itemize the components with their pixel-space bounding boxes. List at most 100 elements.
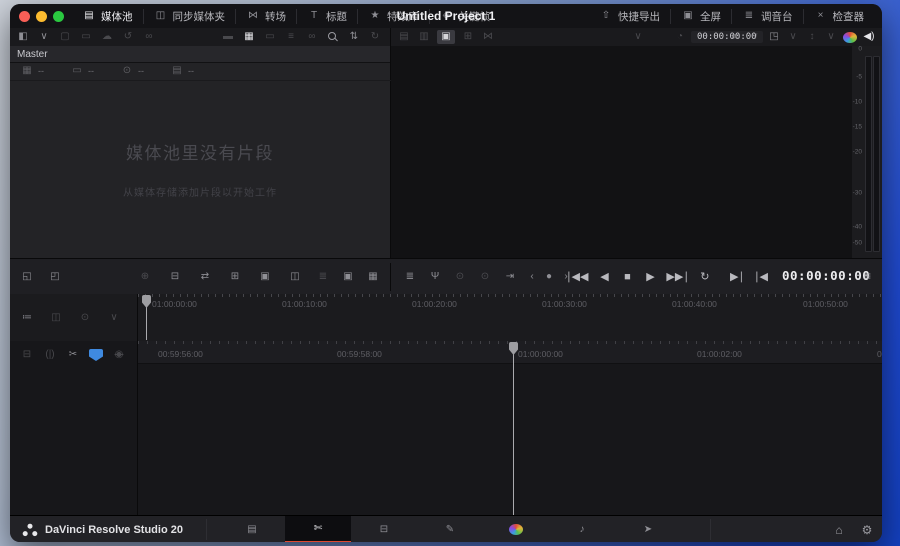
viewer-canvas[interactable] [391, 46, 852, 258]
source-tape-icon[interactable]: ▤ [397, 30, 411, 44]
multicam-icon[interactable]: ◳ [767, 30, 781, 44]
timeline-options-icon[interactable]: ≔ [20, 311, 34, 325]
timeline-view-icon[interactable]: ▣ [437, 30, 455, 44]
mixer-button[interactable]: ≣调音台 [731, 9, 803, 24]
source-clip-icon[interactable]: ▥ [417, 30, 431, 44]
transport-timecode[interactable]: 00:00:00:00 [782, 268, 860, 283]
panel-toggle-icon[interactable]: ◧ [16, 30, 30, 44]
page-edit[interactable]: ⊟ [351, 516, 417, 542]
meter-bar-left [865, 56, 872, 252]
append-clip-icon[interactable]: ▣ [258, 270, 272, 284]
page-media[interactable]: ▤ [219, 516, 285, 542]
bin-header[interactable]: Master [10, 46, 390, 63]
audition-eye-icon[interactable]: ◉ [112, 348, 126, 362]
upper-timeline[interactable]: ≔◫⊙∨ 01:00:00:00 01:00:10:00 01:00:20:00… [10, 294, 882, 342]
transition-strip-icon[interactable]: ▦ [366, 270, 380, 284]
project-home-icon[interactable]: ⌂ [832, 523, 846, 537]
place-on-top-icon[interactable]: ◫ [288, 270, 302, 284]
sync-bin-button[interactable]: ◫同步媒体夹 [143, 9, 236, 24]
cloud-import-icon[interactable]: ☁ [100, 30, 114, 44]
view-filmstrip-icon[interactable]: ▬ [221, 30, 235, 44]
display-chevron-icon[interactable]: ∨ [748, 30, 762, 44]
smart-insert-mode-icon[interactable]: ◱ [20, 270, 34, 284]
zoom-chevron-icon[interactable]: ∨ [824, 30, 838, 44]
add-clip-icon[interactable]: ▢ [58, 30, 72, 44]
camera-icon[interactable]: ⊙ [453, 270, 467, 284]
stop-button[interactable]: ■ [620, 270, 634, 284]
inspector-button[interactable]: ×检查器 [803, 9, 875, 24]
multiview-icon[interactable]: ⊞ [461, 30, 475, 44]
timeline-menu-icon[interactable]: ≡ [864, 269, 871, 283]
tools-sliders-icon[interactable]: ≣ [403, 270, 417, 284]
app-brand: DaVinci Resolve Studio 20 [22, 516, 183, 542]
play-reverse-button[interactable]: ◀ [597, 270, 611, 284]
record-icon[interactable]: ● [542, 270, 556, 284]
settings-gear-icon[interactable]: ⚙ [860, 523, 874, 537]
ruler-timecode: 00:59:56:00 [158, 349, 203, 359]
page-fairlight[interactable]: ♪ [549, 516, 615, 542]
mic-icon[interactable]: Ψ [428, 270, 442, 284]
picture-in-picture-icon[interactable]: ▣ [341, 270, 355, 284]
lower-playhead[interactable] [513, 342, 514, 515]
zoom-fit-icon[interactable]: ↕ [805, 30, 819, 44]
traffic-lights [19, 11, 64, 22]
step-back-icon[interactable]: ‹ [525, 270, 539, 284]
camera-search-icon[interactable]: ⊙ [478, 270, 492, 284]
camera-picker-chevron[interactable]: ∨ [107, 311, 121, 325]
track-tools-icon[interactable]: ◫ [49, 311, 63, 325]
snap-shield-icon[interactable] [89, 349, 103, 361]
view-list-icon[interactable]: ≡ [284, 30, 298, 44]
sort-icon[interactable]: ⇅ [347, 30, 361, 44]
close-window-button[interactable] [19, 11, 30, 22]
append-mode-icon[interactable]: ◰ [48, 270, 62, 284]
next-edit-button[interactable]: ▶∣ [730, 270, 744, 284]
page-deliver[interactable]: ➤ [615, 516, 681, 542]
export-clip-icon[interactable]: ⇥ [503, 270, 517, 284]
prev-edit-button[interactable]: ∣◀ [754, 270, 768, 284]
transitions-button[interactable]: ⋈转场 [235, 9, 296, 24]
refresh-icon[interactable]: ↻ [368, 30, 382, 44]
page-color[interactable] [483, 516, 549, 542]
replace-clip-icon[interactable]: ⇄ [198, 270, 212, 284]
fit-to-fill-icon[interactable]: ⊞ [228, 270, 242, 284]
overwrite-clip-icon[interactable]: ⊟ [168, 270, 182, 284]
sync-columns-icon[interactable]: ≣ [316, 270, 330, 284]
bottombar-divider [206, 519, 207, 540]
loop-button[interactable]: ↻ [698, 270, 712, 284]
display-mode-icon[interactable]: ▭ [729, 30, 743, 44]
play-button[interactable]: ▶ [643, 270, 657, 284]
split-scissors-icon[interactable]: ✂ [66, 348, 80, 362]
add-bin-icon[interactable]: ▭ [79, 30, 93, 44]
view-grid-icon[interactable]: ▦ [242, 30, 256, 44]
position-trim-icon[interactable]: (|) [43, 348, 57, 362]
view-strip-icon[interactable]: ▭ [263, 30, 277, 44]
media-pool-button[interactable]: ▤媒体池 [72, 9, 143, 24]
zoom-window-button[interactable] [53, 11, 64, 22]
audio-speaker-icon[interactable]: ◀) [862, 30, 876, 44]
multicam-chevron-icon[interactable]: ∨ [786, 30, 800, 44]
audio-meter: 0 -5 -10 -15 -20 -30 -40 -50 [852, 46, 882, 258]
relink-icon[interactable]: ∞ [142, 30, 156, 44]
panel-chevron-icon[interactable]: ∨ [37, 30, 51, 44]
page-fusion[interactable]: ✎ [417, 516, 483, 542]
sync-clips-icon[interactable]: ↺ [121, 30, 135, 44]
page-bar: DaVinci Resolve Studio 20 ▤✄⊟✎ ♪➤ ⌂ ⚙ [10, 515, 882, 542]
page-cut[interactable]: ✄ [285, 516, 351, 542]
go-to-start-button[interactable]: ∣◀◀ [566, 270, 588, 284]
transition-hourglass-icon[interactable]: ⋈ [481, 30, 495, 44]
camera-picker-icon[interactable]: ⊙ [78, 311, 92, 325]
upper-timeline-gutter: ≔ ◫ ⊙ ∨ [10, 294, 138, 341]
go-to-end-button[interactable]: ▶▶∣ [666, 270, 688, 284]
fullscreen-button[interactable]: ▣全屏 [670, 9, 731, 24]
quick-export-button[interactable]: ⇧快捷导出 [589, 9, 670, 24]
minimize-window-button[interactable] [36, 11, 47, 22]
lower-timeline[interactable]: ⊟(|)✂◉ 00:59:56:00 00:59:58:00 01:00:00:… [10, 341, 882, 515]
titles-button[interactable]: T标题 [296, 9, 357, 24]
search-icon[interactable] [326, 31, 340, 43]
upper-playhead[interactable] [146, 295, 147, 340]
color-viewer-icon[interactable] [843, 32, 857, 43]
link-clips-icon[interactable]: ∞ [305, 30, 319, 44]
full-extent-icon[interactable]: ⊟ [20, 348, 34, 362]
insert-clip-icon[interactable]: ⊕ [138, 270, 152, 284]
format-chevron-icon[interactable]: ∨ [631, 30, 645, 44]
